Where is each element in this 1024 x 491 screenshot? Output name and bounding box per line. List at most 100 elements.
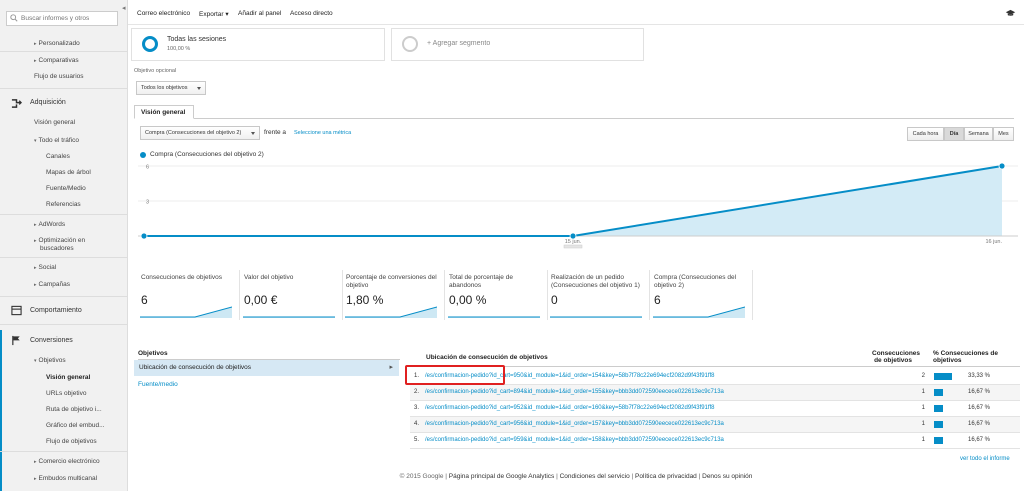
data-point[interactable] xyxy=(140,232,148,240)
table-row: 2. /es/confirmacion-pedido?id_cart=894&id… xyxy=(410,385,1020,401)
sparkline xyxy=(550,316,642,318)
sidebar-item-referencias[interactable]: Referencias xyxy=(46,201,127,209)
add-to-panel-button[interactable]: Añadir al panel xyxy=(238,10,281,17)
sidebar-item-ruta-objetivo[interactable]: Ruta de objetivo i... xyxy=(46,406,127,414)
flag-icon xyxy=(12,335,20,346)
row-number: 5. xyxy=(414,437,420,443)
footer: © 2015 Google | Página principal de Goog… xyxy=(399,473,753,480)
scorecard[interactable]: Porcentaje de conversiones del objetivo 1… xyxy=(343,270,445,320)
sidebar-item-adwords[interactable]: ▸ AdWords xyxy=(34,221,127,229)
shortcut-button[interactable]: Acceso directo xyxy=(290,10,333,17)
expand-icon: ▸ xyxy=(34,238,37,244)
sidebar-item-objetivos[interactable]: ▾ Objetivos xyxy=(34,357,127,365)
table-row: 4. /es/confirmacion-pedido?id_cart=956&id… xyxy=(410,417,1020,433)
export-button[interactable]: Exportar ▾ xyxy=(199,10,229,18)
sidebar-section-conversiones[interactable]: Conversiones xyxy=(30,337,127,345)
sidebar-item-comercio[interactable]: ▸ Comercio electrónico xyxy=(34,458,127,466)
sidebar-item-optimizacion[interactable]: ▸ Optimización en xyxy=(34,237,127,245)
sparkline-area xyxy=(345,307,437,318)
column-header-location[interactable]: Ubicación de consecución de objetivos xyxy=(426,354,548,361)
scorecard[interactable]: Valor del objetivo 0,00 € xyxy=(241,270,343,320)
drag-handle[interactable] xyxy=(563,244,583,249)
percentage-value: 16,67 % xyxy=(968,389,991,395)
column-header-pct[interactable]: % Consecuciones de objetivos xyxy=(933,350,998,364)
metric-dropdown[interactable]: Compra (Consecuciones del objetivo 2) xyxy=(140,126,260,140)
collapse-sidebar-icon[interactable]: ◂ xyxy=(122,4,126,12)
goal-line-chart[interactable]: 3 6 15 jun. 16 jun. xyxy=(138,160,1018,260)
behavior-icon xyxy=(11,305,22,316)
sparkline xyxy=(140,306,232,318)
column-header-conversions[interactable]: Consecuciones de objetivos xyxy=(872,350,920,364)
granularity-day[interactable]: Día xyxy=(944,127,964,141)
sidebar-section-comportamiento[interactable]: Comportamiento xyxy=(30,307,127,315)
email-button[interactable]: Correo electrónico xyxy=(137,10,190,17)
segment-percentage: 100,00 % xyxy=(167,46,191,52)
percentage-bar xyxy=(934,373,952,380)
goal-dropdown[interactable]: Todos los objetivos xyxy=(136,81,206,95)
footer-link-terms[interactable]: Condiciones del servicio xyxy=(560,473,630,480)
report-dimension-header: Objetivos xyxy=(138,350,400,360)
footer-link-analytics-home[interactable]: Página principal de Google Analytics xyxy=(449,473,555,480)
see-full-report-link[interactable]: ver todo el informe xyxy=(960,456,1010,462)
row-number: 4. xyxy=(414,421,420,427)
goal-location-link[interactable]: /es/confirmacion-pedido?id_cart=959&id_m… xyxy=(425,437,724,443)
sparkline xyxy=(345,306,437,318)
dimension-goal-location[interactable]: Ubicación de consecución de objetivos ▸ xyxy=(134,360,399,376)
sidebar-search[interactable] xyxy=(6,11,118,26)
sidebar-item-mapas-arbol[interactable]: Mapas de árbol xyxy=(46,169,127,177)
search-input[interactable] xyxy=(21,13,115,24)
table-row: 5. /es/confirmacion-pedido?id_cart=959&id… xyxy=(410,433,1020,449)
sidebar-item-vision-general[interactable]: Visión general xyxy=(34,119,127,127)
scorecard-value: 0 xyxy=(551,293,558,307)
expand-icon: ▸ xyxy=(34,459,37,465)
collapse-icon: ▾ xyxy=(34,358,37,364)
footer-link-privacy[interactable]: Política de privacidad xyxy=(635,473,697,480)
expand-icon: ▸ xyxy=(34,222,37,228)
goal-location-link[interactable]: /es/confirmacion-pedido?id_cart=952&id_m… xyxy=(425,405,714,411)
sidebar-item-social[interactable]: ▸ Social xyxy=(34,264,127,272)
sidebar-item-todo-trafico[interactable]: ▾ Todo el tráfico xyxy=(34,137,127,145)
segment-all-sessions[interactable]: Todas las sesiones 100,00 % xyxy=(131,28,385,61)
scorecard[interactable]: Consecuciones de objetivos 6 xyxy=(138,270,240,320)
sidebar-item-personalizado[interactable]: ▸ Personalizado xyxy=(34,40,127,48)
versus-label: frente a xyxy=(264,129,287,136)
tab-vision-general[interactable]: Visión general xyxy=(134,105,194,119)
chevron-down-icon xyxy=(251,132,255,135)
graduation-cap-icon[interactable] xyxy=(1005,9,1016,17)
granularity-week[interactable]: Semana xyxy=(964,127,993,141)
percentage-value: 16,67 % xyxy=(968,421,991,427)
footer-link-feedback[interactable]: Denos su opinión xyxy=(702,473,752,480)
sidebar-item-canales[interactable]: Canales xyxy=(46,153,127,161)
sidebar-item-grafico-embudo[interactable]: Gráfico del embud... xyxy=(46,422,127,430)
sidebar-item-flujo-usuarios[interactable]: Flujo de usuarios xyxy=(34,73,127,81)
table-row: 3. /es/confirmacion-pedido?id_cart=952&id… xyxy=(410,401,1020,417)
goal-location-link[interactable]: /es/confirmacion-pedido?id_cart=894&id_m… xyxy=(425,389,724,395)
scorecard[interactable]: Total de porcentaje de abandonos 0,00 % xyxy=(446,270,548,320)
sidebar-item-comparativas[interactable]: ▸ Comparativas xyxy=(34,57,127,65)
data-point[interactable] xyxy=(998,162,1006,170)
sidebar-item-optimizacion-line2: buscadores xyxy=(40,245,74,252)
sidebar-item-fuente-medio[interactable]: Fuente/Medio xyxy=(46,185,127,193)
scorecard[interactable]: Compra (Consecuciones del objetivo 2) 6 xyxy=(651,270,753,320)
percentage-bar xyxy=(934,405,943,412)
scorecard-label: Total de porcentaje de abandonos xyxy=(449,274,513,289)
sidebar-section-adquisicion[interactable]: Adquisición xyxy=(30,99,127,107)
analytics-page: ▸Personalizado ▸Comparativas Flujo de us… xyxy=(0,0,1024,491)
scorecard[interactable]: Realización de un pedido (Consecuciones … xyxy=(548,270,650,320)
divider xyxy=(0,88,127,89)
chart-legend: Compra (Consecuciones del objetivo 2) xyxy=(150,151,264,158)
goal-label: Objetivo opcional xyxy=(134,68,177,74)
select-metric-link[interactable]: Seleccione una métrica xyxy=(294,130,351,136)
sidebar-item-urls-objetivo[interactable]: URLs objetivo xyxy=(46,390,127,398)
granularity-month[interactable]: Mes xyxy=(993,127,1014,141)
granularity-hourly[interactable]: Cada hora xyxy=(907,127,944,141)
sidebar-item-objetivos-vision-general[interactable]: Visión general xyxy=(46,374,127,382)
sidebar-item-embudos[interactable]: ▸ Embudos multicanal xyxy=(34,475,127,483)
dimension-source-medium-link[interactable]: Fuente/medio xyxy=(138,381,178,388)
add-segment-button[interactable]: + Agregar segmento xyxy=(391,28,644,61)
collapse-icon: ▾ xyxy=(34,138,37,144)
goal-location-link[interactable]: /es/confirmacion-pedido?id_cart=956&id_m… xyxy=(425,421,724,427)
scorecard-label: Consecuciones de objetivos xyxy=(141,274,222,281)
sidebar-item-campanas[interactable]: ▸ Campañas xyxy=(34,281,127,289)
sidebar-item-flujo-objetivos[interactable]: Flujo de objetivos xyxy=(46,438,127,446)
